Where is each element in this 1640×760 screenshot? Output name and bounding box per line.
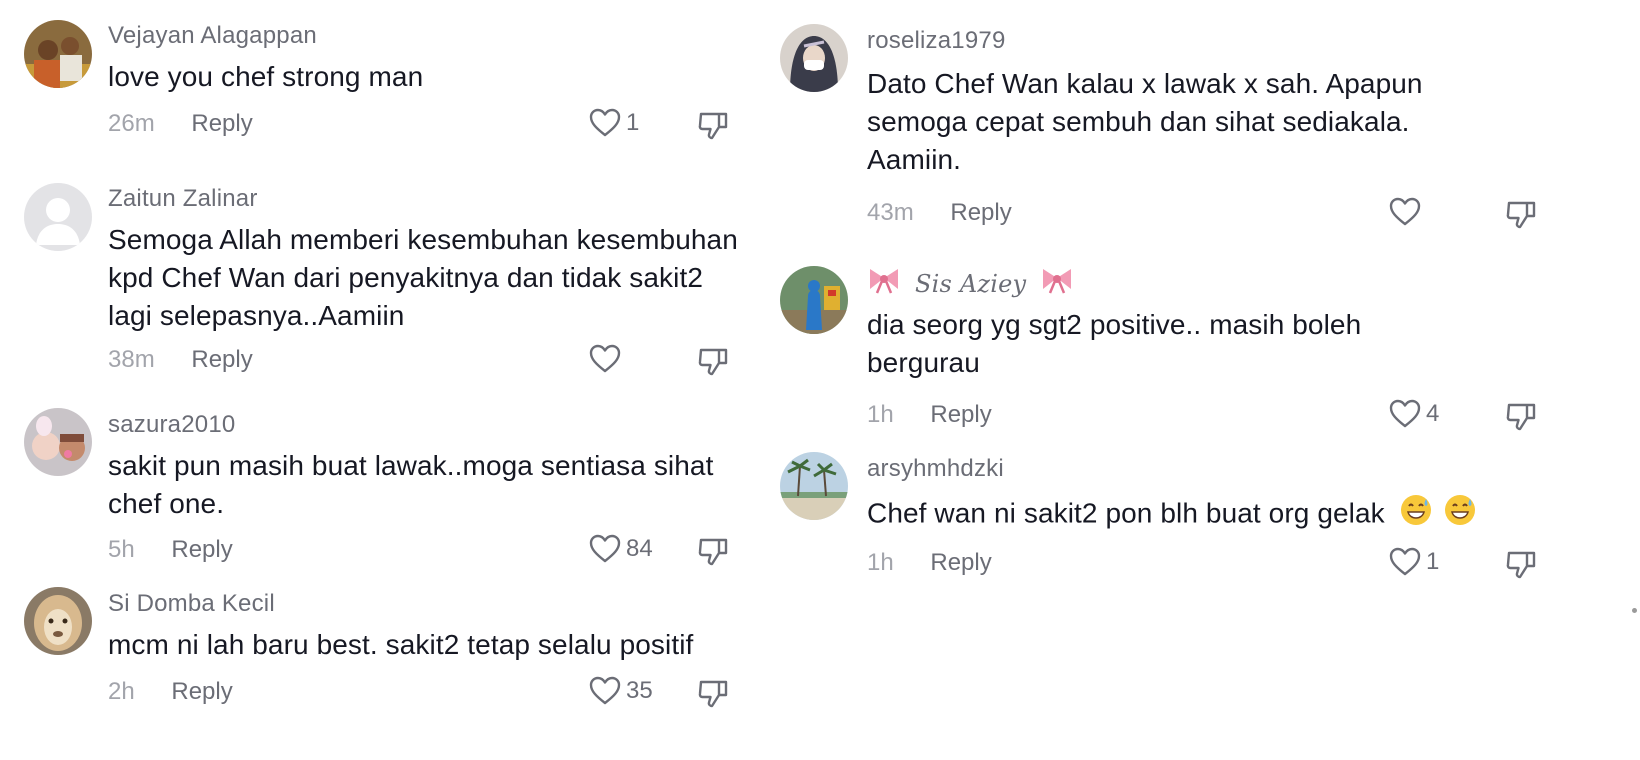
like-count: 84 [626, 535, 653, 562]
comment-time: 1h [867, 401, 894, 428]
reply-button[interactable]: Reply [930, 549, 991, 577]
thumbs-down-icon [1504, 547, 1538, 581]
comment-username-text: Sis Aziey [915, 269, 1027, 298]
avatar[interactable] [780, 452, 848, 520]
dislike-button[interactable] [1504, 547, 1538, 581]
thumbs-down-icon [1504, 399, 1538, 433]
reply-button[interactable]: Reply [191, 346, 252, 374]
grinning-face-with-sweat-icon [1443, 493, 1477, 537]
comment-text: dia seorg yg sgt2 positive.. masih boleh… [867, 309, 1362, 378]
thumbs-down-icon [1504, 197, 1538, 231]
heart-icon [588, 674, 622, 708]
comment-meta: 1h Reply [867, 401, 992, 429]
scroll-indicator[interactable] [1632, 608, 1637, 613]
like-button[interactable]: 4 [1388, 397, 1439, 431]
dislike-button[interactable] [696, 534, 730, 568]
dislike-button[interactable] [696, 344, 730, 378]
dislike-button[interactable] [1504, 197, 1538, 231]
comment-time: 43m [867, 199, 914, 226]
comment-meta: 43m Reply [867, 199, 1012, 227]
comment-meta: 26m Reply [108, 110, 253, 138]
like-count: 1 [1426, 548, 1440, 575]
grinning-face-with-sweat-icon [1399, 493, 1433, 537]
comment-username[interactable]: sazura2010 [108, 411, 235, 439]
comment-meta: 1h Reply [867, 549, 992, 577]
like-button[interactable] [1388, 195, 1426, 229]
heart-icon [588, 106, 622, 140]
thumbs-down-icon [696, 108, 730, 142]
avatar[interactable] [780, 266, 848, 334]
comment-meta: 2h Reply [108, 678, 233, 706]
heart-icon [1388, 397, 1422, 431]
ribbon-bow-icon [867, 263, 901, 304]
avatar[interactable] [780, 24, 848, 92]
comment-text: Dato Chef Wan kalau x lawak x sah. Apapu… [867, 68, 1423, 175]
reply-button[interactable]: Reply [191, 110, 252, 138]
comment-time: 5h [108, 536, 135, 563]
reply-button[interactable]: Reply [171, 536, 232, 564]
avatar[interactable] [24, 587, 92, 655]
like-button[interactable]: 35 [588, 674, 653, 708]
comment-text-body: Chef wan ni sakit2 pon blh buat org gela… [867, 497, 1385, 529]
dislike-button[interactable] [696, 676, 730, 710]
reply-button[interactable]: Reply [930, 401, 991, 429]
like-count: 4 [1426, 400, 1440, 427]
comment-meta: 38m Reply [108, 346, 253, 374]
comment-time: 26m [108, 110, 155, 137]
thumbs-down-icon [696, 344, 730, 378]
like-button[interactable] [588, 342, 626, 376]
comment-username[interactable]: Si Domba Kecil [108, 590, 275, 618]
like-button[interactable]: 84 [588, 532, 653, 566]
comment-username[interactable]: arsyhmhdzki [867, 455, 1004, 483]
comment-text: mcm ni lah baru best. sakit2 tetap selal… [108, 629, 694, 660]
comment-username[interactable]: roseliza1979 [867, 27, 1006, 55]
comment-text: Semoga Allah memberi kesembuhan kesembuh… [108, 224, 738, 331]
heart-icon [1388, 195, 1422, 229]
ribbon-bow-icon [1040, 263, 1074, 304]
comment-username[interactable]: Zaitun Zalinar [108, 185, 258, 213]
comment-meta: 5h Reply [108, 536, 233, 564]
comment-text: love you chef strong man [108, 61, 424, 92]
avatar[interactable] [24, 183, 92, 251]
comment-text: sakit pun masih buat lawak..moga sentias… [108, 450, 714, 519]
heart-icon [588, 532, 622, 566]
comment-username[interactable]: Vejayan Alagappan [108, 22, 317, 50]
like-button[interactable]: 1 [588, 106, 639, 140]
avatar[interactable] [24, 408, 92, 476]
avatar[interactable] [24, 20, 92, 88]
comment-text: Chef wan ni sakit2 pon blh buat org gela… [867, 493, 1567, 537]
comment-time: 38m [108, 346, 155, 373]
thumbs-down-icon [696, 676, 730, 710]
heart-icon [1388, 545, 1422, 579]
dislike-button[interactable] [696, 108, 730, 142]
like-count: 1 [626, 109, 640, 136]
comment-time: 2h [108, 678, 135, 705]
thumbs-down-icon [696, 534, 730, 568]
comment-username[interactable]: Sis Aziey [867, 263, 1074, 304]
comment-time: 1h [867, 549, 894, 576]
like-button[interactable]: 1 [1388, 545, 1439, 579]
dislike-button[interactable] [1504, 399, 1538, 433]
like-count: 35 [626, 677, 653, 704]
reply-button[interactable]: Reply [950, 199, 1011, 227]
heart-icon [588, 342, 622, 376]
reply-button[interactable]: Reply [171, 678, 232, 706]
